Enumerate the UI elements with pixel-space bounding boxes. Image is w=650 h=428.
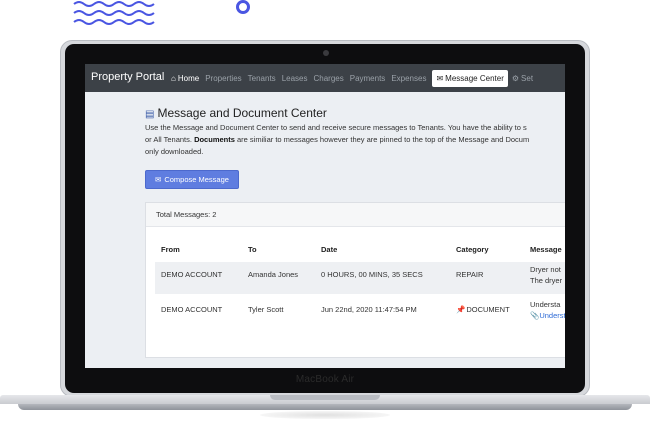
cell-to: Tyler Scott [248, 305, 284, 314]
cell-category: REPAIR [456, 270, 484, 279]
circle-decoration [236, 0, 250, 14]
cell-from: DEMO ACCOUNT [161, 270, 223, 279]
gears-icon: ⚙ [511, 73, 520, 83]
column-header-message[interactable]: Message [530, 245, 562, 254]
inbox-icon: ▤ [145, 109, 155, 120]
nav-properties[interactable]: Properties [205, 74, 241, 83]
cell-from: DEMO ACCOUNT [161, 305, 223, 314]
top-navbar: Property Portal ⌂ Home Properties Tenants… [85, 64, 565, 92]
table-row[interactable]: DEMO ACCOUNT Tyler Scott Jun 22nd, 2020 … [155, 296, 565, 328]
page-title: ▤ Message and Document Center [145, 106, 327, 120]
nav-tenants[interactable]: Tenants [248, 74, 276, 83]
cell-to: Amanda Jones [248, 270, 299, 279]
brand-logo[interactable]: Property Portal [91, 71, 164, 83]
laptop-base [0, 395, 650, 411]
cell-date: Jun 22nd, 2020 11:47:54 PM [321, 305, 417, 314]
column-header-category[interactable]: Category [456, 245, 489, 254]
nav-expenses[interactable]: Expenses [391, 74, 426, 83]
nav-message-center[interactable]: ✉ Message Center [432, 69, 508, 87]
cell-date: 0 HOURS, 00 MINS, 35 SECS [321, 270, 423, 279]
column-header-from[interactable]: From [161, 245, 180, 254]
camera-icon [323, 50, 329, 56]
total-messages: Total Messages: 2 [146, 203, 565, 227]
cell-category: 📌DOCUMENT [456, 305, 510, 314]
cell-message: Understa 📎Underst [530, 300, 565, 321]
home-icon: ⌂ [171, 73, 176, 83]
envelope-icon: ✉ [155, 175, 162, 184]
pin-icon: 📌 [456, 305, 466, 314]
column-header-date[interactable]: Date [321, 245, 337, 254]
nav-charges[interactable]: Charges [313, 74, 343, 83]
nav-home[interactable]: ⌂ Home [171, 74, 199, 83]
device-brand-label: MacBook Air [295, 374, 355, 385]
wave-decoration [73, 1, 155, 25]
app-screen: Property Portal ⌂ Home Properties Tenants… [85, 64, 565, 368]
paperclip-icon: 📎 [530, 311, 540, 320]
nav-settings[interactable]: ⚙ Set [512, 74, 533, 83]
cell-message: Dryer not The dryer [530, 265, 563, 285]
attachment-link[interactable]: 📎Underst [530, 310, 565, 321]
nav-payments[interactable]: Payments [350, 74, 386, 83]
compose-message-button[interactable]: ✉ Compose Message [145, 170, 239, 189]
column-header-to[interactable]: To [248, 245, 257, 254]
envelope-icon: ✉ [436, 73, 444, 83]
table-row[interactable]: DEMO ACCOUNT Amanda Jones 0 HOURS, 00 MI… [155, 262, 565, 294]
page-description: Use the Message and Document Center to s… [145, 123, 530, 156]
nav-leases[interactable]: Leases [282, 74, 308, 83]
